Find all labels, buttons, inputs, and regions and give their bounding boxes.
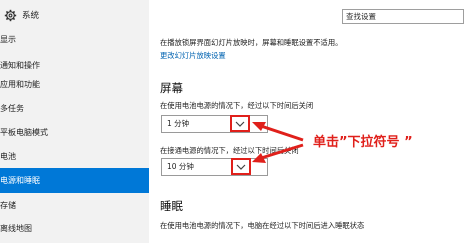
annotation-text: 单击”下拉符号 ”	[313, 135, 413, 150]
annotation-arrows	[252, 122, 304, 163]
